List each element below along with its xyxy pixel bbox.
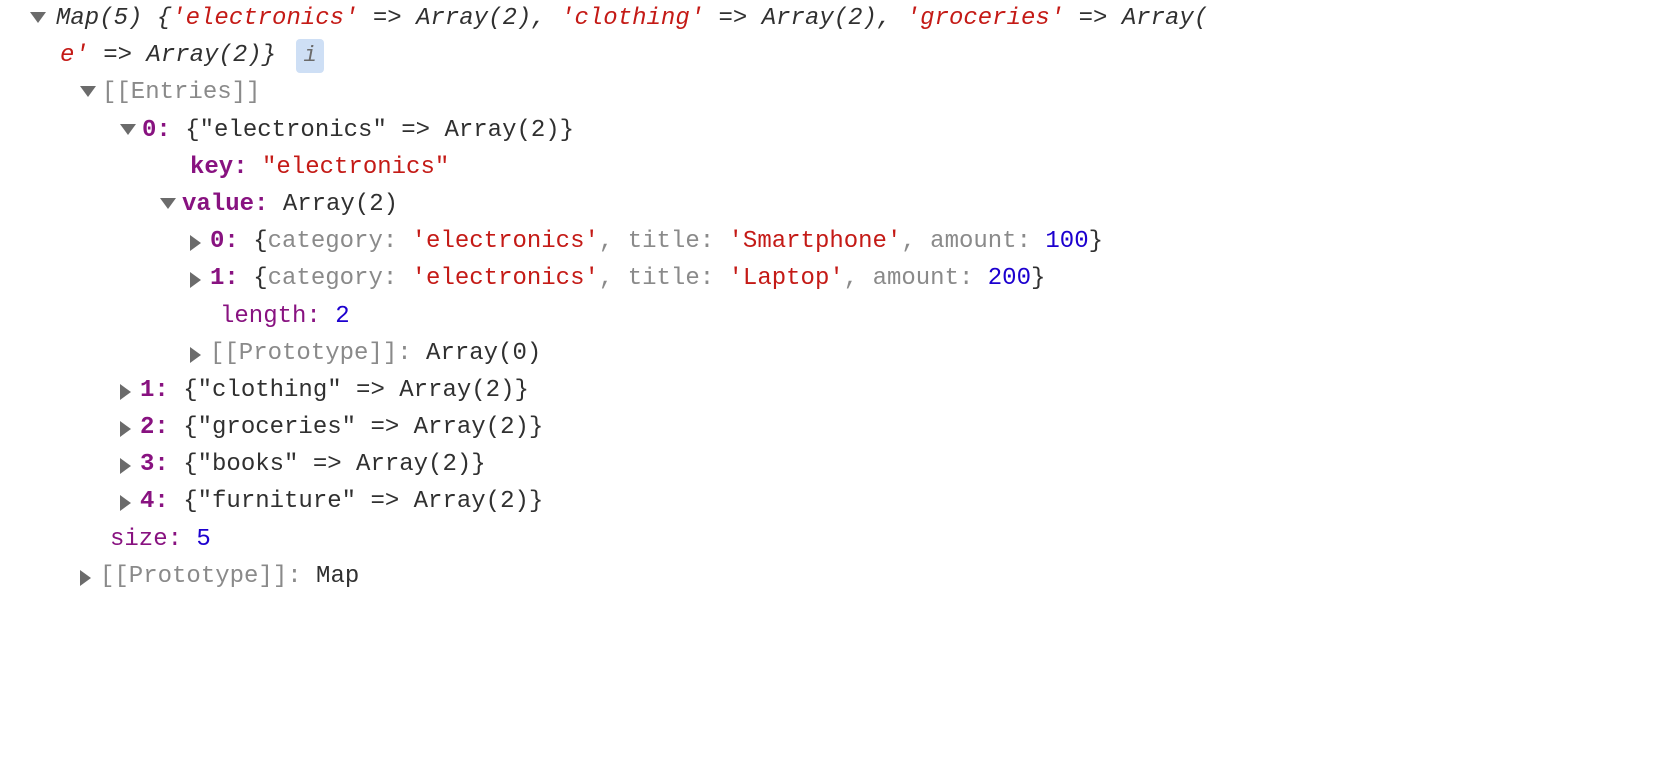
entry-0-value[interactable]: value: Array(2) <box>0 186 1674 223</box>
map-key-truncated: e' <box>60 42 89 69</box>
entry-index: 3: <box>140 451 169 478</box>
item-index: 1: <box>210 265 239 292</box>
val-amount: 200 <box>988 265 1031 292</box>
val-title: 'Laptop' <box>729 265 844 292</box>
chevron-right-icon[interactable] <box>120 495 131 511</box>
chevron-right-icon[interactable] <box>120 384 131 400</box>
entry-1[interactable]: 1: {"clothing" => Array(2)} <box>0 372 1674 409</box>
array-length: length: 2 <box>0 298 1674 335</box>
array-prototype[interactable]: [[Prototype]]: Array(0) <box>0 335 1674 372</box>
prototype-value: Map <box>302 563 360 590</box>
size-label: size: <box>110 526 182 553</box>
entry-0-key: key: "electronics" <box>0 149 1674 186</box>
chevron-down-icon[interactable] <box>160 198 176 209</box>
map-key-groceries: 'groceries' <box>906 5 1064 32</box>
item-index: 0: <box>210 228 239 255</box>
entry-index: 0: <box>142 117 171 144</box>
info-icon[interactable]: i <box>296 39 323 73</box>
array-item-1[interactable]: 1: {category: 'electronics', title: 'Lap… <box>0 260 1674 297</box>
entry-head: {"electronics" => Array(2)} <box>171 117 574 144</box>
length-value: 2 <box>321 303 350 330</box>
chevron-right-icon[interactable] <box>190 347 201 363</box>
prop-amount: amount: <box>930 228 1045 255</box>
entry-head: {"books" => Array(2)} <box>169 451 486 478</box>
map-key-electronics: 'electronics' <box>171 5 358 32</box>
prototype-value: Array(0) <box>412 340 542 367</box>
prop-title: title: <box>628 265 729 292</box>
entry-3[interactable]: 3: {"books" => Array(2)} <box>0 446 1674 483</box>
map-size: size: 5 <box>0 521 1674 558</box>
entry-index: 4: <box>140 488 169 515</box>
summary-rest: => Array(2)} <box>89 42 276 69</box>
array-item-0[interactable]: 0: {category: 'electronics', title: 'Sma… <box>0 223 1674 260</box>
prototype-label: [[Prototype]]: <box>210 340 412 367</box>
array-type: Array(2) <box>416 5 531 32</box>
entry-head: {"furniture" => Array(2)} <box>169 488 543 515</box>
array-truncated: Array( <box>1122 5 1208 32</box>
value-label: value: <box>182 191 268 218</box>
map-key-clothing: 'clothing' <box>560 5 704 32</box>
length-label: length: <box>220 303 321 330</box>
prop-category: category: <box>268 228 412 255</box>
val-category: 'electronics' <box>412 228 599 255</box>
map-summary[interactable]: Map(5) {'electronics' => Array(2), 'clot… <box>0 0 1674 74</box>
entry-4[interactable]: 4: {"furniture" => Array(2)} <box>0 483 1674 520</box>
entry-index: 2: <box>140 414 169 441</box>
key-value: "electronics" <box>248 154 450 181</box>
chevron-down-icon[interactable] <box>120 124 136 135</box>
val-amount: 100 <box>1045 228 1088 255</box>
chevron-right-icon[interactable] <box>190 235 201 251</box>
arrow: => <box>358 5 416 32</box>
val-category: 'electronics' <box>412 265 599 292</box>
prop-amount: amount: <box>873 265 988 292</box>
chevron-right-icon[interactable] <box>120 421 131 437</box>
entry-2[interactable]: 2: {"groceries" => Array(2)} <box>0 409 1674 446</box>
chevron-down-icon[interactable] <box>30 12 46 23</box>
entry-0[interactable]: 0: {"electronics" => Array(2)} <box>0 112 1674 149</box>
entries-label: [[Entries]] <box>102 74 260 111</box>
chevron-right-icon[interactable] <box>80 570 91 586</box>
val-title: 'Smartphone' <box>729 228 902 255</box>
key-label: key: <box>190 154 248 181</box>
entries-node[interactable]: [[Entries]] <box>0 74 1674 111</box>
chevron-right-icon[interactable] <box>190 272 201 288</box>
chevron-right-icon[interactable] <box>120 458 131 474</box>
chevron-down-icon[interactable] <box>80 86 96 97</box>
entry-head: {"groceries" => Array(2)} <box>169 414 543 441</box>
prop-title: title: <box>628 228 729 255</box>
entry-head: {"clothing" => Array(2)} <box>169 377 529 404</box>
size-value: 5 <box>182 526 211 553</box>
map-prototype[interactable]: [[Prototype]]: Map <box>0 558 1674 595</box>
value-type: Array(2) <box>268 191 398 218</box>
prop-category: category: <box>268 265 412 292</box>
prototype-label: [[Prototype]]: <box>100 563 302 590</box>
entry-index: 1: <box>140 377 169 404</box>
map-prefix: Map(5) { <box>56 5 171 32</box>
